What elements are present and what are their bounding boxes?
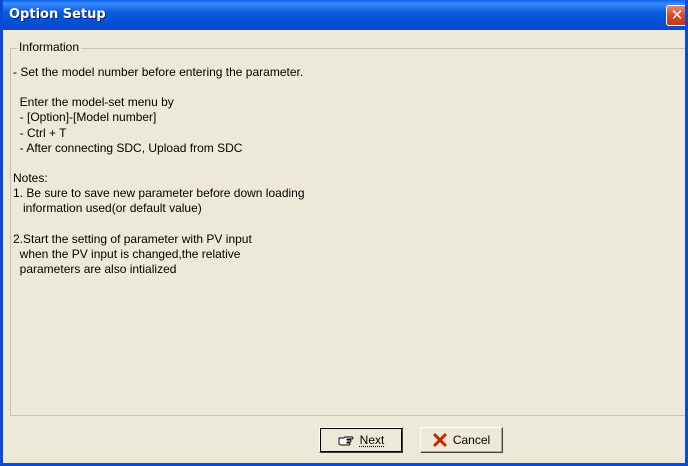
info-line: parameters are also intialized (13, 261, 177, 276)
cancel-button-label: Cancel (452, 433, 491, 447)
info-line (13, 80, 305, 95)
window-title: Option Setup (9, 7, 106, 22)
info-line (13, 156, 305, 171)
info-line: 1. Be sure to save new parameter before … (13, 186, 305, 201)
close-icon: ✕ (670, 6, 684, 24)
info-line (13, 216, 305, 231)
cancel-button[interactable]: Cancel (420, 427, 503, 453)
next-button-label: Next (359, 433, 385, 447)
info-line: - After connecting SDC, Upload from SDC (13, 140, 243, 155)
option-setup-dialog: Option Setup ✕ Information - Set the mod… (0, 0, 688, 466)
info-line: 2.Start the setting of parameter with PV… (13, 231, 252, 246)
info-line: information used(or default value) (13, 201, 202, 216)
red-x-icon (433, 433, 447, 447)
next-button[interactable]: Next (319, 427, 403, 453)
info-line: when the PV input is changed,the relativ… (13, 246, 241, 261)
groupbox-legend: Information (17, 40, 82, 54)
info-line: - [Option]-[Model number] (13, 110, 157, 125)
info-line: - Ctrl + T (13, 125, 67, 140)
info-line: Enter the model-set menu by (13, 95, 174, 110)
title-bar[interactable]: Option Setup ✕ (3, 0, 685, 30)
info-line: - Set the model number before entering t… (13, 65, 304, 79)
button-area-separator (10, 415, 685, 416)
close-button[interactable]: ✕ (666, 5, 685, 26)
information-text: - Set the model number before entering t… (13, 65, 305, 277)
pointing-hand-icon (338, 436, 354, 446)
dialog-body: Information - Set the model number befor… (3, 30, 685, 463)
info-line: Notes: (13, 170, 48, 185)
